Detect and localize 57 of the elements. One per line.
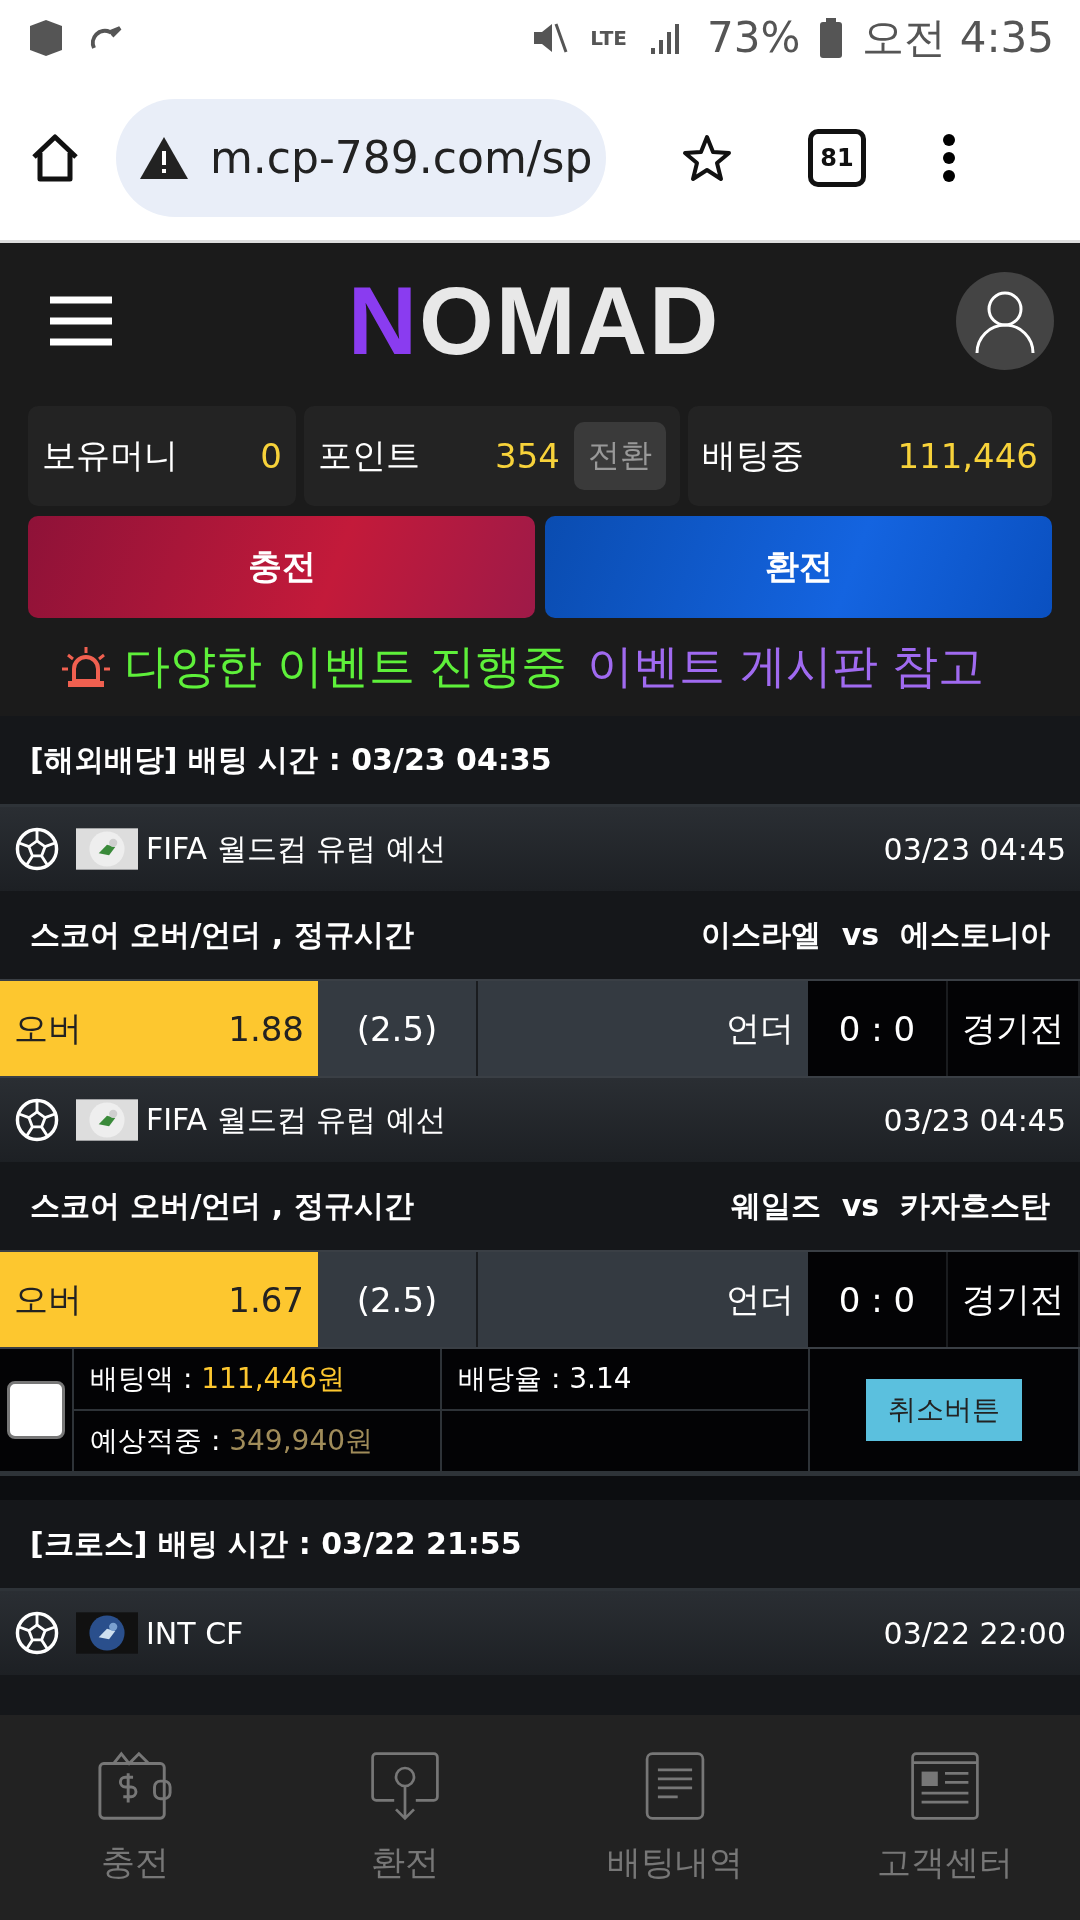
clock: 오전 4:35	[862, 11, 1054, 64]
site-logo: NOMAD	[346, 265, 722, 376]
withdraw-button[interactable]: 환전	[545, 516, 1052, 618]
home-icon[interactable]	[30, 132, 80, 183]
battery-icon	[820, 17, 843, 58]
team-names: 이스라엘 vs 에스토니아	[700, 915, 1050, 954]
match-time: 03/23 04:45	[883, 1102, 1066, 1138]
under-option[interactable]: 언더	[478, 981, 808, 1076]
over-option[interactable]: 오버 1.67	[0, 1252, 318, 1347]
nav-label[interactable]: 고객센터	[877, 1839, 1013, 1886]
match-time: 03/23 04:45	[883, 831, 1066, 867]
nav-label[interactable]: 배팅내역	[607, 1839, 743, 1886]
league-name: FIFA 월드컵 유럽 예선	[146, 1100, 446, 1139]
league-name: FIFA 월드컵 유럽 예선	[146, 829, 446, 868]
cancel-button[interactable]: 취소버튼	[866, 1379, 1022, 1441]
match-status: 경기전	[948, 981, 1080, 1076]
balance-value: 0	[260, 436, 282, 476]
balance-label: 포인트	[318, 434, 420, 477]
team-names: 웨일즈 vs 카자흐스탄	[730, 1186, 1050, 1225]
event-notice: 다양한 이벤트 진행중	[124, 638, 568, 695]
balance-value: 111,446	[897, 436, 1038, 476]
deposit-button[interactable]: 충전	[28, 516, 535, 618]
soccer-ball-icon	[14, 826, 60, 872]
checkbox[interactable]	[7, 1381, 65, 1439]
balance-label: 배팅중	[702, 434, 804, 477]
balance-label: 보유머니	[42, 434, 178, 477]
betting-time: [해외배당] 배팅 시간 : 03/23 04:35	[30, 740, 552, 779]
betting-time: [크로스] 배팅 시간 : 03/22 21:55	[30, 1524, 522, 1563]
market-name: 스코어 오버/언더 , 정규시간	[30, 915, 414, 954]
menu-icon[interactable]	[50, 295, 112, 346]
wallet-icon	[96, 1749, 174, 1822]
match-time: 03/22 22:00	[883, 1615, 1066, 1651]
odds-rate: 배당율 : 3.14	[458, 1361, 632, 1397]
alarm-light-icon	[62, 645, 110, 689]
score: 0 : 0	[808, 981, 948, 1076]
soccer-ball-icon	[14, 1097, 60, 1143]
battery-percent: 73%	[706, 13, 801, 62]
warning-icon	[140, 136, 188, 179]
soccer-ball-icon	[14, 1610, 60, 1656]
bet-amount: 배팅액 : 111,446원	[90, 1361, 346, 1397]
address-bar[interactable]: m.cp-789.com/sp	[116, 98, 606, 217]
network-type: LTE	[590, 27, 627, 48]
nav-label[interactable]: 환전	[371, 1839, 439, 1886]
match-status: 경기전	[948, 1252, 1080, 1347]
more-options-icon[interactable]	[942, 132, 956, 183]
league-name: INT CF	[146, 1615, 244, 1651]
under-option[interactable]: 언더	[478, 1252, 808, 1347]
over-option[interactable]: 오버 1.88	[0, 981, 318, 1076]
score: 0 : 0	[808, 1252, 948, 1347]
convert-button[interactable]: 전환	[574, 422, 666, 490]
balance-value: 354	[495, 436, 560, 476]
event-board-link[interactable]: 이벤트 게시판 참고	[587, 636, 985, 698]
tab-count-button[interactable]: 81	[808, 128, 866, 187]
market-name: 스코어 오버/언더 , 정규시간	[30, 1186, 414, 1225]
nav-label[interactable]: 충전	[101, 1839, 169, 1886]
star-icon[interactable]	[682, 132, 732, 183]
expected-payout: 예상적중 : 349,940원	[90, 1423, 374, 1459]
